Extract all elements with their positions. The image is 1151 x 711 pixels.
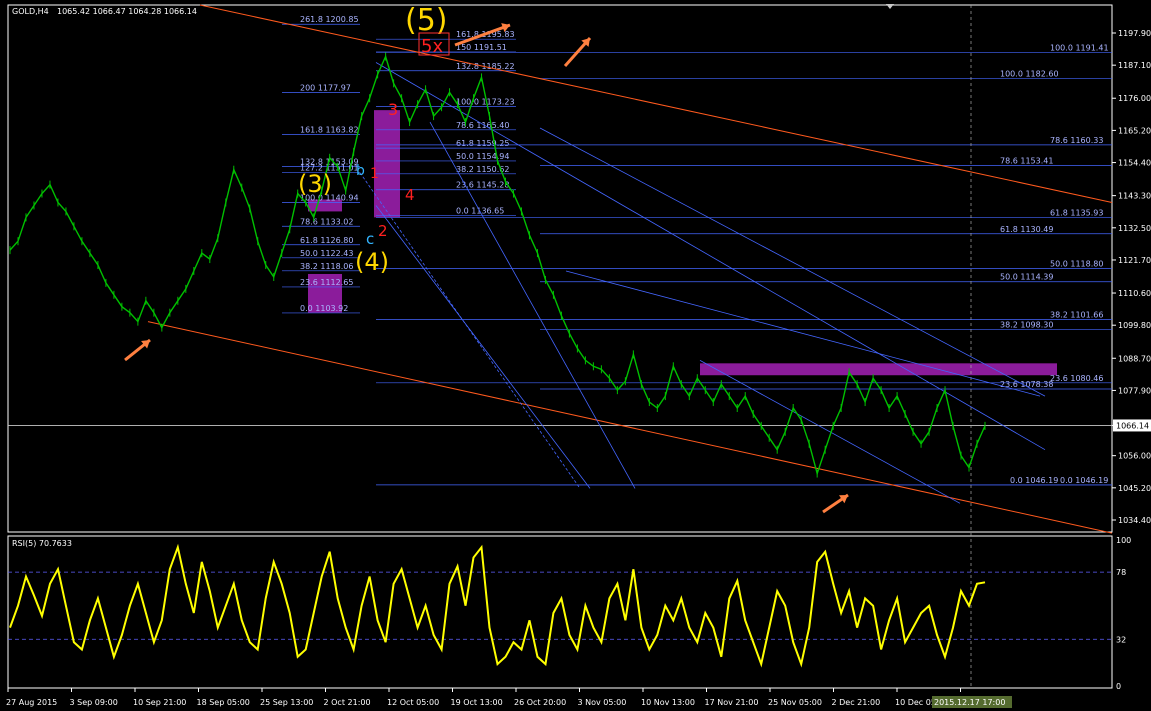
rsi-series (9, 543, 986, 668)
fib-label-left: 78.6 1133.02 (300, 217, 353, 226)
x-tick-label: 3 Sep 09:00 (70, 698, 118, 707)
rsi-y-tick: 0 (1116, 682, 1121, 691)
wave-label-5x: 5x (421, 36, 443, 57)
fib-label-left: 61.8 1126.80 (300, 236, 353, 245)
x-tick-label: 12 Oct 05:00 (387, 698, 439, 707)
fib-label-right: 100.0 1182.60 (1000, 70, 1059, 79)
x-tick-label: 19 Oct 13:00 (451, 698, 503, 707)
x-tick-label: 25 Sep 13:00 (260, 698, 313, 707)
fib-label-right: 78.6 1153.41 (1000, 157, 1053, 166)
wave-label-c: c (366, 230, 374, 248)
fib-label-mid: 50.0 1154.94 (456, 152, 509, 161)
y-tick-label: 1121.70 (1118, 256, 1151, 265)
chart-canvas: 261.8 1200.85200 1177.97161.8 1163.82132… (6, 3, 1151, 708)
symbol-label: GOLD,H4 (12, 7, 49, 16)
blue-trend-line (539, 127, 1046, 397)
y-tick-label: 1056.00 (1118, 452, 1151, 461)
scroll-marker-icon[interactable] (886, 4, 894, 9)
fib-label-right: 38.2 1098.30 (1000, 321, 1053, 330)
y-tick-label: 1197.90 (1118, 29, 1151, 38)
fib-label-left: 200 1177.97 (300, 83, 351, 92)
wave-label-b: b (356, 163, 365, 179)
fib-label-right: 78.6 1160.33 (1050, 136, 1103, 145)
fib-label-left: 0.0 1103.92 (300, 304, 348, 313)
y-tick-label: 1088.70 (1118, 354, 1151, 363)
y-tick-label: 1165.20 (1118, 126, 1151, 135)
quote-label: 1065.42 1066.47 1064.28 1066.14 (57, 7, 197, 16)
fib-label-right: 23.6 1080.46 (1050, 374, 1103, 383)
fib-label-mid: 78.6 1165.40 (456, 121, 509, 130)
x-tick-label: 25 Nov 05:00 (768, 698, 822, 707)
current-price-tick: 1066.14 (1116, 421, 1149, 430)
y-tick-label: 1034.40 (1118, 516, 1151, 525)
wave-label-small-2: 2 (378, 222, 388, 240)
fib-label-left: 161.8 1163.82 (300, 126, 359, 135)
x-tick-label: 2 Oct 21:00 (324, 698, 371, 707)
fib-label-right: 100.0 1191.41 (1050, 43, 1109, 52)
x-tick-label: 10 Nov 13:00 (641, 698, 695, 707)
wave3-zone (374, 110, 400, 218)
blue-trend-line (375, 205, 591, 489)
fib-label-mid: 150 1191.51 (456, 43, 507, 52)
x-tick-label: 26 Oct 20:00 (514, 698, 566, 707)
x-tick-label: 27 Aug 2015 (6, 698, 57, 707)
rsi-y-tick: 100 (1116, 536, 1131, 545)
y-tick-label: 1187.10 (1118, 61, 1151, 70)
blue-trend-line (699, 359, 961, 504)
x-tick-label: 18 Sep 05:00 (197, 698, 250, 707)
fib-label-right: 0.0 1046.19 (1010, 476, 1058, 485)
channel-lower-line (147, 321, 1113, 534)
resistance-zone (700, 363, 1057, 376)
y-tick-label: 1154.40 (1118, 159, 1151, 168)
y-tick-label: 1077.90 (1118, 386, 1151, 395)
fib-label-mid: 61.8 1159.25 (456, 139, 509, 148)
wave-label-small-4: 4 (405, 186, 415, 204)
y-tick-label: 1110.60 (1118, 289, 1151, 298)
blue-trend-line (429, 121, 636, 489)
wave-label-small-1: 1 (370, 166, 379, 182)
fib-label-right: 50.0 1114.39 (1000, 273, 1053, 282)
x-tick-label: 2015.12.17 17:00 (934, 698, 1005, 707)
y-tick-label: 1132.50 (1118, 224, 1151, 233)
fib-label-right: 61.8 1130.49 (1000, 225, 1053, 234)
y-tick-label: 1176.00 (1118, 94, 1151, 103)
wave-label-4: (4) (355, 248, 389, 276)
wave-label-small-3: 3 (388, 100, 398, 119)
fib-label-right: 61.8 1135.93 (1050, 209, 1103, 218)
fib-label-left: 23.6 1112.65 (300, 278, 353, 287)
fib-label-right: 50.0 1118.80 (1050, 260, 1103, 269)
rsi-y-tick: 78 (1116, 568, 1126, 577)
fib-label-right: 0.0 1046.19 (1060, 476, 1108, 485)
price-series (9, 54, 986, 476)
y-tick-label: 1099.80 (1118, 321, 1151, 330)
x-tick-label: 3 Nov 05:00 (578, 698, 627, 707)
y-tick-label: 1143.30 (1118, 192, 1151, 201)
fib-label-left: 261.8 1200.85 (300, 15, 359, 24)
rsi-y-tick: 32 (1116, 635, 1126, 644)
x-tick-label: 2 Dec 21:00 (832, 698, 881, 707)
blue-trend-line (565, 270, 1041, 397)
x-tick-label: 17 Nov 21:00 (705, 698, 759, 707)
fib-label-left: 38.2 1118.06 (300, 262, 353, 271)
fib-label-left: 50.0 1122.43 (300, 249, 353, 258)
fib-label-right: 38.2 1101.66 (1050, 311, 1103, 320)
y-tick-label: 1045.20 (1118, 484, 1151, 493)
x-tick-label: 10 Sep 21:00 (133, 698, 186, 707)
wave-label-3: (3) (298, 170, 332, 198)
rsi-label: RSI(5) 70.7633 (12, 539, 72, 548)
